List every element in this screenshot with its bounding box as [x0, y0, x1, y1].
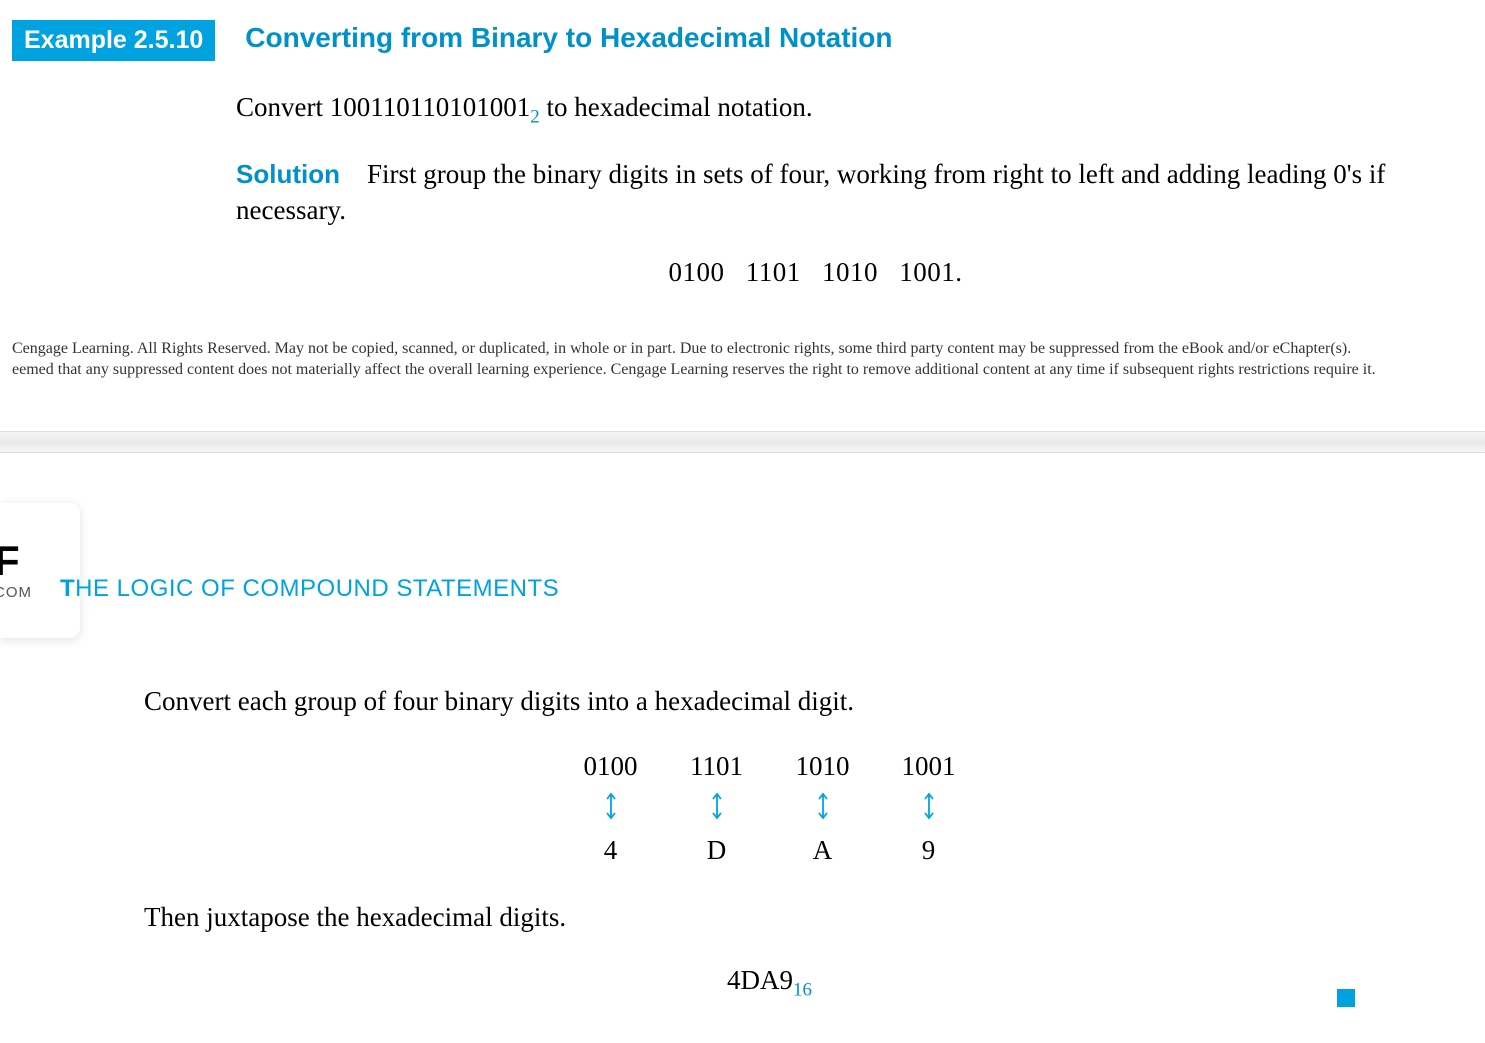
- hex-digit-cell: D: [681, 831, 753, 869]
- copyright-line-2: eemed that any suppressed content does n…: [12, 359, 1395, 381]
- double-arrow-icon: [575, 790, 647, 827]
- watermark-big-letter: F: [0, 540, 20, 582]
- example-header-row: Example 2.5.10 Converting from Binary to…: [12, 20, 1395, 61]
- binary-group-cell: 0100: [575, 747, 647, 785]
- binary-group-cell: 1001: [893, 747, 965, 785]
- binary-group-cell: 1010: [787, 747, 859, 785]
- chapter-head-rest: HE LOGIC OF COMPOUND STATEMENTS: [75, 575, 559, 602]
- chapter-head-first-letter: T: [60, 575, 75, 602]
- watermark-small-text: COM: [0, 584, 32, 601]
- example-block: Example 2.5.10 Converting from Binary to…: [0, 0, 1485, 431]
- textbook-page: Example 2.5.10 Converting from Binary to…: [0, 0, 1485, 1043]
- problem-prefix: Convert: [236, 92, 330, 122]
- double-arrow-icon: [681, 790, 753, 827]
- problem-binary-value: 100110110101001: [330, 92, 531, 122]
- hex-digit-cell: A: [787, 831, 859, 869]
- double-arrow-icon: [893, 790, 965, 827]
- subscript-2: 2: [530, 106, 539, 127]
- example-body: Convert 1001101101010012 to hexadecimal …: [236, 89, 1395, 288]
- page-break: [0, 431, 1485, 453]
- end-of-proof-square-icon: [1337, 989, 1355, 1007]
- problem-statement: Convert 1001101101010012 to hexadecimal …: [236, 89, 1395, 130]
- table-row: [575, 790, 965, 827]
- convert-instruction: Convert each group of four binary digits…: [144, 683, 1395, 719]
- juxtapose-instruction: Then juxtapose the hexadecimal digits.: [144, 899, 1395, 935]
- example-badge: Example 2.5.10: [12, 20, 215, 61]
- second-page-block: F COM THE LOGIC OF COMPOUND STATEMENTS C…: [0, 453, 1485, 1043]
- second-page-body: Convert each group of four binary digits…: [144, 683, 1395, 1003]
- copyright-line-1: Cengage Learning. All Rights Reserved. M…: [12, 338, 1395, 360]
- watermark-badge: F COM: [0, 503, 80, 638]
- double-arrow-icon: [787, 790, 859, 827]
- binary-to-hex-table: 0100 1101 1010 1001: [541, 743, 999, 873]
- hex-digit-cell: 4: [575, 831, 647, 869]
- copyright-notice: Cengage Learning. All Rights Reserved. M…: [12, 288, 1395, 391]
- final-result: 4DA916: [144, 962, 1395, 1003]
- solution-paragraph: Solution First group the binary digits i…: [236, 156, 1395, 229]
- chapter-running-head: THE LOGIC OF COMPOUND STATEMENTS: [60, 575, 559, 603]
- problem-suffix: to hexadecimal notation.: [540, 92, 813, 122]
- table-row: 4 D A 9: [575, 831, 965, 869]
- grouped-binary-line: 0100 1101 1010 1001.: [236, 257, 1395, 288]
- table-row: 0100 1101 1010 1001: [575, 747, 965, 785]
- solution-label: Solution: [236, 159, 340, 189]
- result-value: 4DA9: [727, 965, 793, 995]
- binary-group-cell: 1101: [681, 747, 753, 785]
- solution-text: First group the binary digits in sets of…: [236, 159, 1385, 225]
- example-title: Converting from Binary to Hexadecimal No…: [245, 22, 892, 54]
- hex-digit-cell: 9: [893, 831, 965, 869]
